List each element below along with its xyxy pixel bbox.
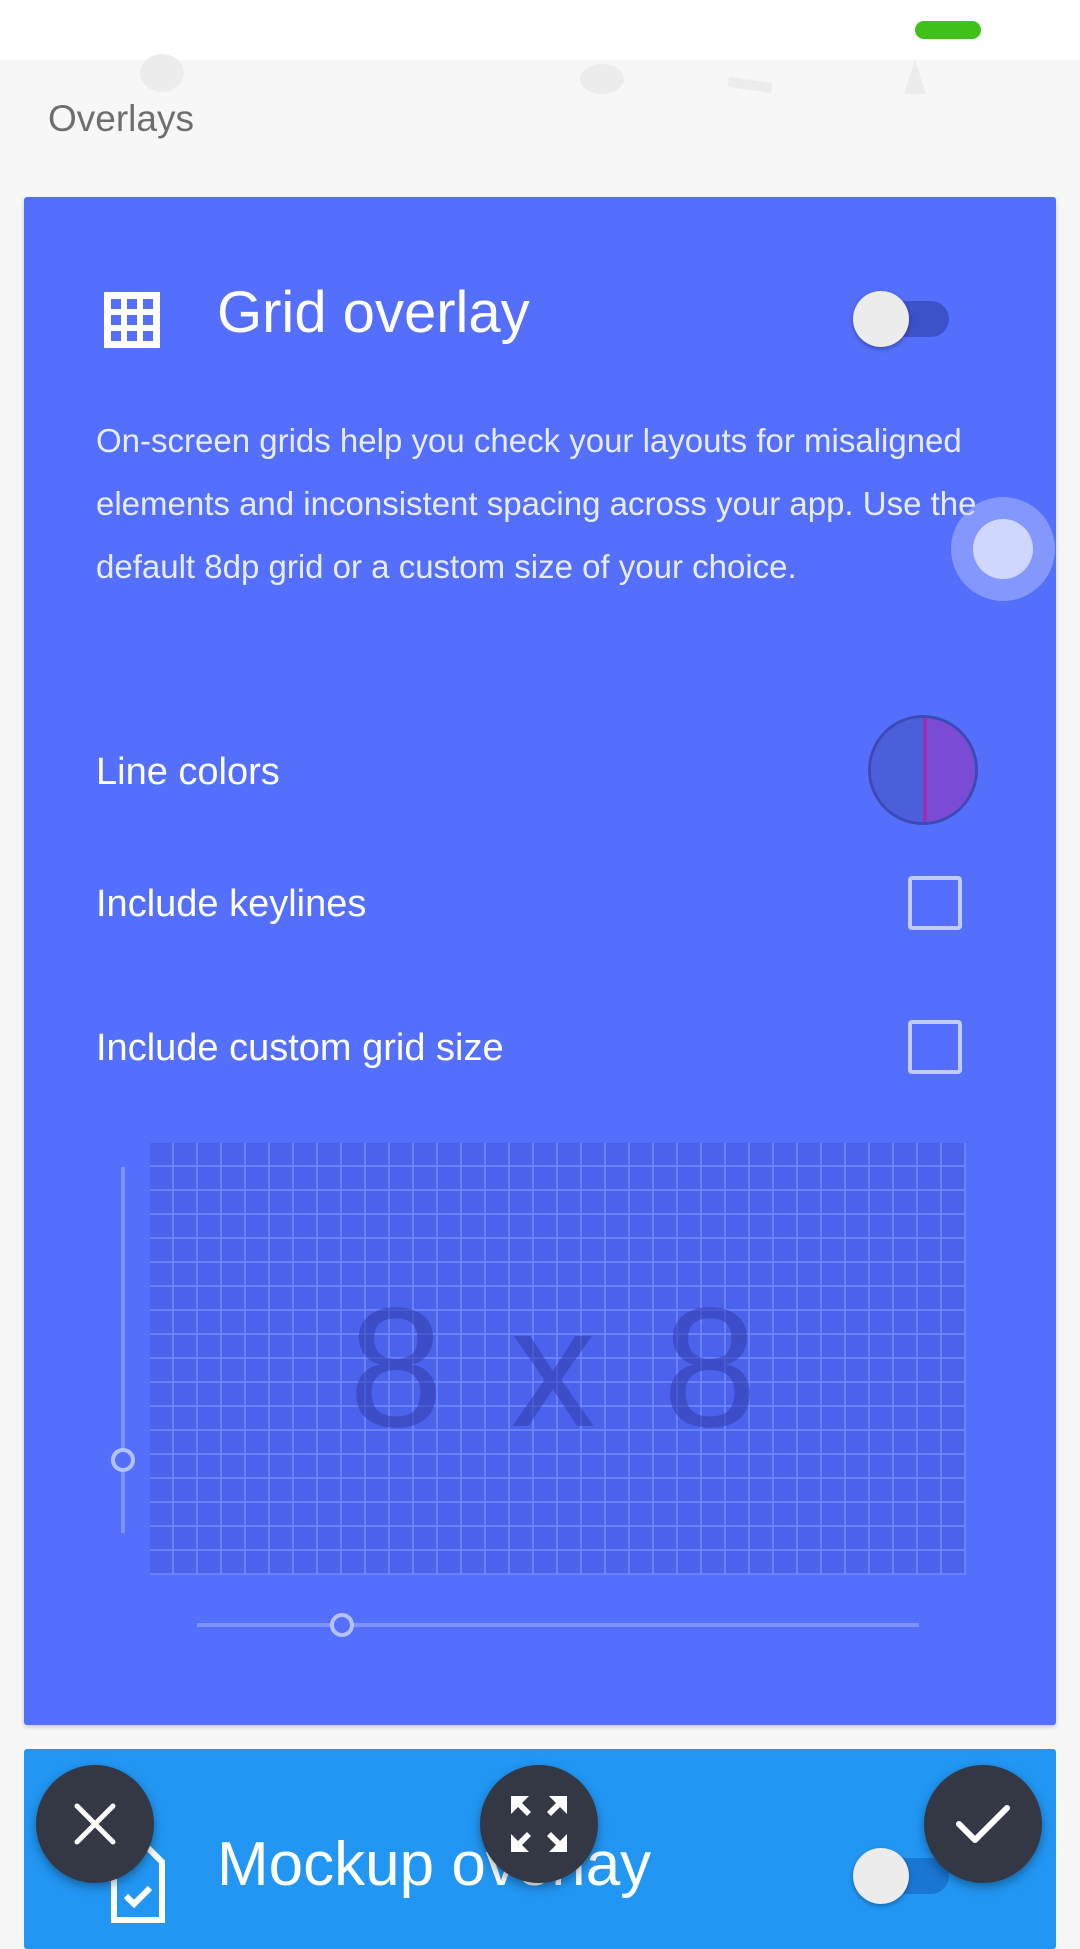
line-color-primary <box>871 718 923 822</box>
status-indicator <box>915 21 981 39</box>
close-icon <box>74 1803 116 1845</box>
touch-indicator <box>951 497 1055 601</box>
include-keylines-label: Include keylines <box>96 883 367 925</box>
grid-overlay-toggle[interactable] <box>853 285 949 349</box>
touch-indicator-dot <box>973 519 1033 579</box>
grid-overlay-title: Grid overlay <box>217 280 530 345</box>
line-colors-swatch[interactable] <box>868 715 978 825</box>
grid-width-slider-thumb[interactable] <box>330 1613 354 1637</box>
toggle-thumb <box>853 1848 909 1904</box>
background-shape <box>727 76 773 94</box>
grid-width-slider[interactable] <box>197 1623 919 1627</box>
line-colors-label: Line colors <box>96 751 280 793</box>
fullscreen-button[interactable] <box>480 1765 598 1883</box>
background-shape <box>904 60 926 94</box>
line-color-secondary <box>923 718 975 822</box>
background-shape <box>140 54 184 92</box>
grid-size-label: 8 x 8 <box>348 1273 768 1463</box>
check-icon <box>956 1805 1010 1843</box>
grid-overlay-description: On-screen grids help you check your layo… <box>96 422 977 585</box>
include-keylines-checkbox[interactable] <box>908 876 962 930</box>
include-custom-grid-checkbox[interactable] <box>908 1020 962 1074</box>
grid-height-slider-thumb[interactable] <box>111 1448 135 1472</box>
status-bar <box>0 0 1080 60</box>
grid-height-slider[interactable] <box>121 1167 125 1533</box>
close-button[interactable] <box>36 1765 154 1883</box>
grid-preview: 8 x 8 <box>150 1143 966 1575</box>
include-custom-grid-label: Include custom grid size <box>96 1027 504 1069</box>
confirm-button[interactable] <box>924 1765 1042 1883</box>
grid-overlay-card: Grid overlay On-screen grids help you ch… <box>24 197 1056 1725</box>
section-header: Overlays <box>48 98 194 139</box>
grid-icon <box>104 292 160 348</box>
background-shape <box>580 64 624 94</box>
fullscreen-icon <box>511 1796 567 1852</box>
toggle-thumb <box>853 291 909 347</box>
